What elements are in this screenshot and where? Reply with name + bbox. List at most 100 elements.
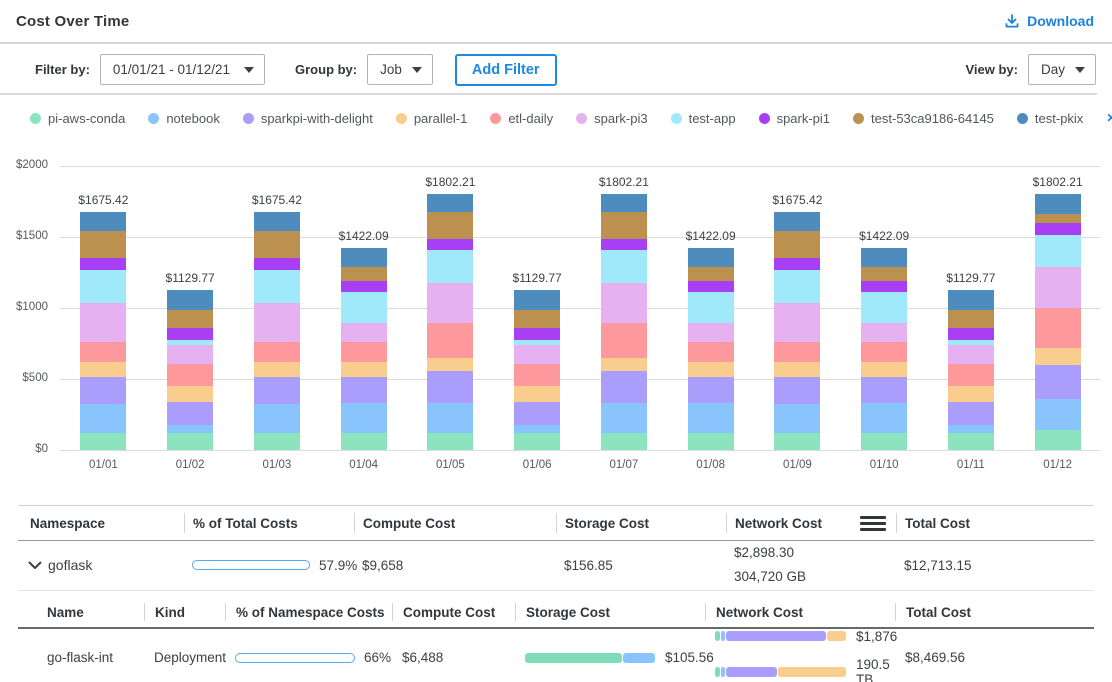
- bar-segment-pi-aws-conda[interactable]: [601, 433, 647, 450]
- bar-segment-test-53ca9186-64145[interactable]: [80, 231, 126, 258]
- bar-segment-parallel-1[interactable]: [601, 358, 647, 371]
- bar-segment-test-pkix[interactable]: [688, 248, 734, 267]
- stacked-bar-01/07[interactable]: [601, 194, 647, 450]
- bar-segment-sparkpi-with-delight[interactable]: [514, 402, 560, 426]
- bar-segment-test-53ca9186-64145[interactable]: [254, 231, 300, 258]
- bar-segment-spark-pi1[interactable]: [948, 328, 994, 340]
- stacked-bar-01/06[interactable]: [514, 290, 560, 450]
- column-header-storage[interactable]: Storage Cost: [556, 513, 726, 533]
- bar-segment-spark-pi1[interactable]: [514, 328, 560, 340]
- legend-item-etl-daily[interactable]: etl-daily: [490, 111, 553, 126]
- bar-segment-test-53ca9186-64145[interactable]: [861, 267, 907, 281]
- bar-segment-test-app[interactable]: [254, 270, 300, 304]
- bar-segment-notebook[interactable]: [1035, 399, 1081, 431]
- bar-segment-notebook[interactable]: [601, 403, 647, 433]
- bar-segment-test-app[interactable]: [1035, 235, 1081, 267]
- bar-segment-parallel-1[interactable]: [1035, 348, 1081, 365]
- bar-segment-test-pkix[interactable]: [514, 290, 560, 310]
- legend-item-test-pkix[interactable]: test-pkix: [1017, 111, 1083, 126]
- stacked-bar-01/11[interactable]: [948, 290, 994, 450]
- bar-segment-pi-aws-conda[interactable]: [254, 433, 300, 450]
- bar-segment-pi-aws-conda[interactable]: [514, 433, 560, 450]
- stacked-bar-01/01[interactable]: [80, 212, 126, 450]
- bar-segment-spark-pi1[interactable]: [80, 258, 126, 269]
- stacked-bar-01/10[interactable]: [861, 248, 907, 450]
- stacked-bar-01/09[interactable]: [774, 212, 820, 450]
- bar-segment-test-53ca9186-64145[interactable]: [948, 310, 994, 328]
- bar-segment-test-pkix[interactable]: [948, 290, 994, 310]
- bar-segment-etl-daily[interactable]: [601, 323, 647, 358]
- bar-segment-spark-pi3[interactable]: [948, 345, 994, 363]
- column-header-name[interactable]: Name: [18, 603, 144, 621]
- bar-segment-test-pkix[interactable]: [774, 212, 820, 231]
- column-header-pct-namespace[interactable]: % of Namespace Costs: [225, 603, 392, 621]
- view-by-dropdown[interactable]: Day: [1028, 54, 1096, 85]
- bar-segment-spark-pi3[interactable]: [774, 303, 820, 342]
- bar-segment-etl-daily[interactable]: [427, 323, 473, 358]
- bar-segment-sparkpi-with-delight[interactable]: [948, 402, 994, 426]
- column-header-compute[interactable]: Compute Cost: [354, 513, 556, 533]
- bar-segment-spark-pi3[interactable]: [341, 323, 387, 341]
- bar-segment-parallel-1[interactable]: [80, 362, 126, 378]
- bar-segment-spark-pi1[interactable]: [341, 281, 387, 293]
- column-header-pct-total[interactable]: % of Total Costs: [184, 513, 354, 533]
- bar-segment-spark-pi3[interactable]: [861, 323, 907, 341]
- bar-segment-etl-daily[interactable]: [688, 342, 734, 362]
- legend-item-parallel-1[interactable]: parallel-1: [396, 111, 467, 126]
- bar-segment-test-pkix[interactable]: [861, 248, 907, 267]
- bar-segment-test-53ca9186-64145[interactable]: [601, 212, 647, 240]
- bar-segment-test-app[interactable]: [341, 292, 387, 323]
- bar-segment-sparkpi-with-delight[interactable]: [688, 377, 734, 403]
- bar-segment-notebook[interactable]: [427, 403, 473, 433]
- column-header-namespace[interactable]: Namespace: [18, 513, 184, 533]
- bar-segment-spark-pi3[interactable]: [254, 303, 300, 342]
- bar-segment-spark-pi1[interactable]: [601, 239, 647, 249]
- bar-segment-sparkpi-with-delight[interactable]: [1035, 365, 1081, 398]
- column-header-total[interactable]: Total Cost: [896, 513, 1094, 533]
- bar-segment-notebook[interactable]: [948, 425, 994, 433]
- bar-segment-spark-pi3[interactable]: [80, 303, 126, 342]
- bar-segment-spark-pi1[interactable]: [688, 281, 734, 293]
- stacked-bar-01/05[interactable]: [427, 194, 473, 450]
- bar-segment-parallel-1[interactable]: [254, 362, 300, 378]
- bar-segment-pi-aws-conda[interactable]: [688, 433, 734, 450]
- bar-segment-spark-pi1[interactable]: [861, 281, 907, 293]
- column-header-storage[interactable]: Storage Cost: [515, 603, 705, 621]
- column-header-network[interactable]: Network Cost: [726, 513, 896, 533]
- bar-segment-parallel-1[interactable]: [861, 362, 907, 378]
- bar-segment-etl-daily[interactable]: [948, 364, 994, 387]
- bar-segment-etl-daily[interactable]: [514, 364, 560, 387]
- legend-item-pi-aws-conda[interactable]: pi-aws-conda: [30, 111, 125, 126]
- legend-item-notebook[interactable]: notebook: [148, 111, 220, 126]
- bar-segment-etl-daily[interactable]: [80, 342, 126, 361]
- bar-segment-etl-daily[interactable]: [1035, 308, 1081, 348]
- bar-segment-parallel-1[interactable]: [341, 362, 387, 378]
- bar-segment-sparkpi-with-delight[interactable]: [341, 377, 387, 403]
- legend-item-test-app[interactable]: test-app: [671, 111, 736, 126]
- bar-segment-test-pkix[interactable]: [167, 290, 213, 310]
- legend-item-test-53ca9186-64145[interactable]: test-53ca9186-64145: [853, 111, 994, 126]
- bar-segment-parallel-1[interactable]: [688, 362, 734, 378]
- bar-segment-pi-aws-conda[interactable]: [774, 433, 820, 450]
- bar-segment-test-app[interactable]: [774, 270, 820, 304]
- bar-segment-spark-pi1[interactable]: [254, 258, 300, 269]
- bar-segment-test-53ca9186-64145[interactable]: [167, 310, 213, 328]
- bar-segment-etl-daily[interactable]: [167, 364, 213, 387]
- column-header-total[interactable]: Total Cost: [895, 603, 1094, 621]
- bar-segment-spark-pi3[interactable]: [514, 345, 560, 363]
- bar-segment-parallel-1[interactable]: [167, 386, 213, 401]
- column-header-kind[interactable]: Kind: [144, 603, 225, 621]
- chevron-down-icon[interactable]: [28, 561, 42, 570]
- bar-segment-test-53ca9186-64145[interactable]: [1035, 214, 1081, 223]
- bar-segment-notebook[interactable]: [774, 404, 820, 434]
- bar-segment-test-app[interactable]: [688, 292, 734, 323]
- bar-segment-notebook[interactable]: [254, 404, 300, 434]
- stacked-bar-01/04[interactable]: [341, 248, 387, 450]
- bar-segment-test-53ca9186-64145[interactable]: [427, 212, 473, 240]
- namespace-row-goflask[interactable]: goflask 57.9% $9,658 $156.85 $2,898.30 3…: [18, 541, 1094, 591]
- bar-segment-pi-aws-conda[interactable]: [341, 433, 387, 450]
- bar-segment-etl-daily[interactable]: [254, 342, 300, 361]
- bar-segment-spark-pi3[interactable]: [688, 323, 734, 341]
- column-header-compute[interactable]: Compute Cost: [392, 603, 515, 621]
- bar-segment-parallel-1[interactable]: [948, 386, 994, 401]
